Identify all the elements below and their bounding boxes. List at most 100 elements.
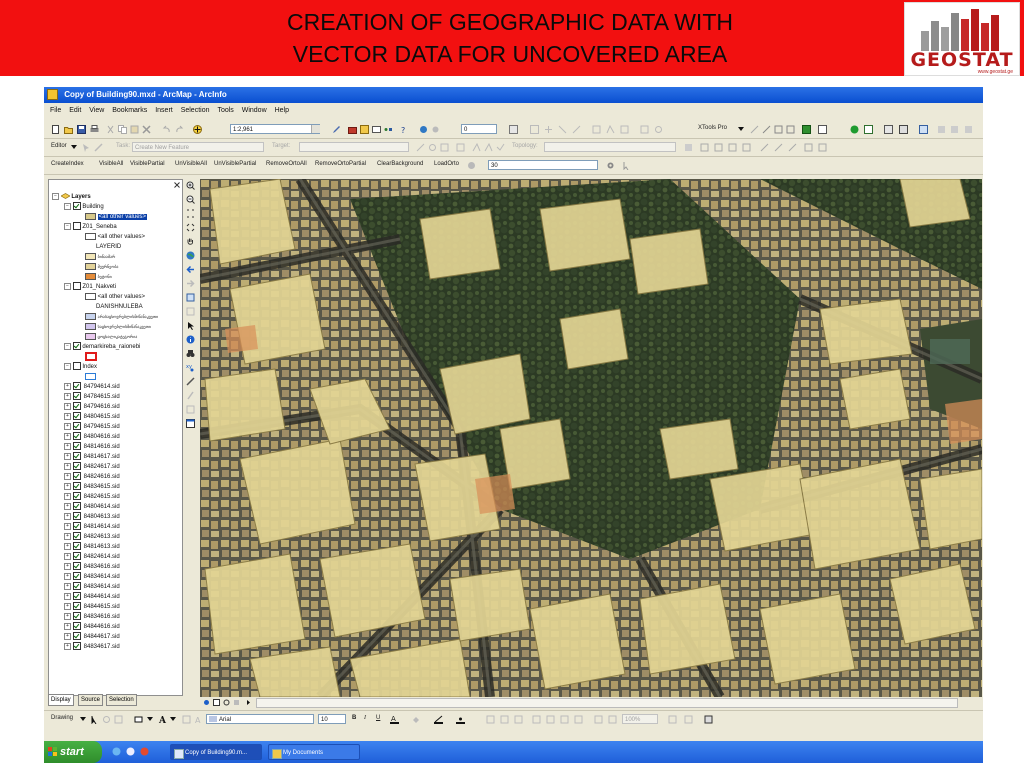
toc-raster-layer[interactable]: + 84794614.sid [64,382,120,392]
toc-root-layers[interactable]: − Layers [52,192,91,202]
info-green-icon[interactable] [850,125,859,134]
disabled-tool-icon[interactable] [416,143,425,152]
unvisible-partial-button[interactable]: UnVisiblePartial [214,161,256,167]
expand-icon[interactable]: + [64,582,71,590]
toc-raster-layer[interactable]: + 84844614.sid [64,592,120,602]
orto-value-input[interactable]: 30 [488,160,598,170]
task-dropdown[interactable]: Create New Feature [132,142,264,152]
disabled-tool-icon[interactable] [500,715,509,724]
globe-icon[interactable] [419,125,428,134]
toc-raster-layer[interactable]: + 84804615.sid [64,412,120,422]
expand-icon[interactable]: + [64,572,71,580]
load-orto-button[interactable]: LoadOrto [434,161,459,167]
toc-raster-layer[interactable]: + 84834616.sid [64,612,120,622]
toc-raster-layer[interactable]: + 84844616.sid [64,622,120,632]
collapse-icon[interactable]: − [64,342,71,350]
underline-button[interactable]: U [376,715,380,721]
go-to-xy-icon[interactable]: xy [186,363,195,372]
toc-layer-nakveti[interactable]: − Z01_Nakveti [64,282,116,292]
window-tool-icon[interactable] [864,125,873,134]
toc-class-nakveti-2[interactable]: საცხოვრებლისმიწანაკვეთი [85,322,151,332]
italic-button[interactable]: I [364,715,366,721]
layer-visibility-checkbox[interactable] [72,592,81,601]
toc-raster-layer[interactable]: + 84844617.sid [64,632,120,642]
layer-visibility-checkbox[interactable] [72,442,81,451]
toc-class-nakveti-3[interactable]: ცოცხალიკატეგორია [85,332,137,342]
expand-icon[interactable]: + [64,402,71,410]
expand-icon[interactable]: + [64,592,71,600]
layer-visibility-checkbox[interactable] [72,222,81,231]
save-icon[interactable] [77,125,86,134]
dropdown-tool-icon[interactable] [818,125,827,134]
toc-class-nakveti-all[interactable]: <all other values> [85,292,145,302]
layer-visibility-checkbox[interactable] [72,382,81,391]
chevron-down-icon[interactable] [71,144,77,150]
command-line-icon[interactable] [372,125,381,134]
toc-raster-layer[interactable]: + 84844615.sid [64,602,120,612]
disabled-tool-icon[interactable] [428,143,437,152]
model-builder-icon[interactable] [384,125,393,134]
font-color-icon[interactable]: A [390,715,399,724]
menu-edit[interactable]: Edit [69,107,81,114]
expand-icon[interactable]: + [64,432,71,440]
disabled-tool-icon[interactable] [486,715,495,724]
disabled-tool-icon[interactable] [592,125,601,134]
expand-icon[interactable]: + [64,392,71,400]
expand-icon[interactable]: + [64,412,71,420]
fixed-zoom-in-icon[interactable] [186,209,195,218]
layer-visibility-checkbox[interactable] [72,422,81,431]
layer-visibility-checkbox[interactable] [72,392,81,401]
layer-visibility-checkbox[interactable] [72,602,81,611]
toc-raster-layer[interactable]: + 84814617.sid [64,452,120,462]
disabled-tool-icon[interactable] [574,715,583,724]
visible-all-button[interactable]: VisibleAll [99,161,123,167]
layer-visibility-checkbox[interactable] [72,412,81,421]
back-extent-arrow-icon[interactable] [186,265,195,274]
remove-orto-partial-button[interactable]: RemoveOrtoPartial [315,161,366,167]
toc-class-seneba-3[interactable]: ბეტონი [85,272,112,282]
topology-tool-icon[interactable] [760,143,769,152]
xtools-icon[interactable] [750,125,759,134]
layer-visibility-checkbox[interactable] [72,452,81,461]
zoom-whole-page-icon[interactable] [114,715,123,724]
disabled-tool-icon[interactable] [668,715,677,724]
pointer-tool-icon[interactable] [622,161,631,170]
pause-drawing-icon[interactable] [233,699,240,706]
forward-extent-arrow-icon[interactable] [186,279,195,288]
zoom-in-icon[interactable] [186,181,195,190]
delete-icon[interactable] [142,125,151,134]
remove-orto-all-button[interactable]: RemoveOrtoAll [266,161,307,167]
expand-icon[interactable]: + [64,632,71,640]
marker-color-icon[interactable] [456,715,465,724]
collapse-icon[interactable]: − [64,362,71,370]
toc-raster-layer[interactable]: + 84794615.sid [64,422,120,432]
taskbar-item-my-documents[interactable]: My Documents [268,744,360,760]
chevron-down-icon[interactable] [738,126,744,132]
topology-tool-icon[interactable] [774,143,783,152]
menu-insert[interactable]: Insert [155,107,173,114]
expand-icon[interactable]: + [64,542,71,550]
select-elements-icon[interactable] [90,715,99,724]
menu-selection[interactable]: Selection [181,107,210,114]
menu-window[interactable]: Window [242,107,267,114]
layer-visibility-checkbox[interactable] [72,502,81,511]
toc-class-seneba-2[interactable]: მეურნეობა [85,262,118,272]
toc-class-building-all[interactable]: <all other values> [85,212,148,222]
expand-icon[interactable]: + [64,462,71,470]
zoom-percent-dropdown[interactable]: 100% [622,714,658,724]
toc-raster-layer[interactable]: + 84834616.sid [64,562,120,572]
toc-layer-demarkireba[interactable]: − demarkireba_raionebi [64,342,140,352]
redo-icon[interactable] [175,125,184,134]
layer-visibility-checkbox[interactable] [72,632,81,641]
disabled-tool-icon[interactable] [456,143,465,152]
layer-visibility-checkbox[interactable] [72,202,81,211]
toc-raster-layer[interactable]: + 84824617.sid [64,462,120,472]
layout-tool-icon[interactable] [919,125,928,134]
disabled-tool-icon[interactable] [496,143,505,152]
print-icon[interactable] [90,125,99,134]
xtools-icon[interactable] [774,125,783,134]
table-tool-icon[interactable] [884,125,893,134]
disabled-tool-icon[interactable] [484,143,493,152]
toc-class-seneba-all[interactable]: <all other values> [85,232,145,242]
refresh-icon[interactable] [223,699,230,706]
